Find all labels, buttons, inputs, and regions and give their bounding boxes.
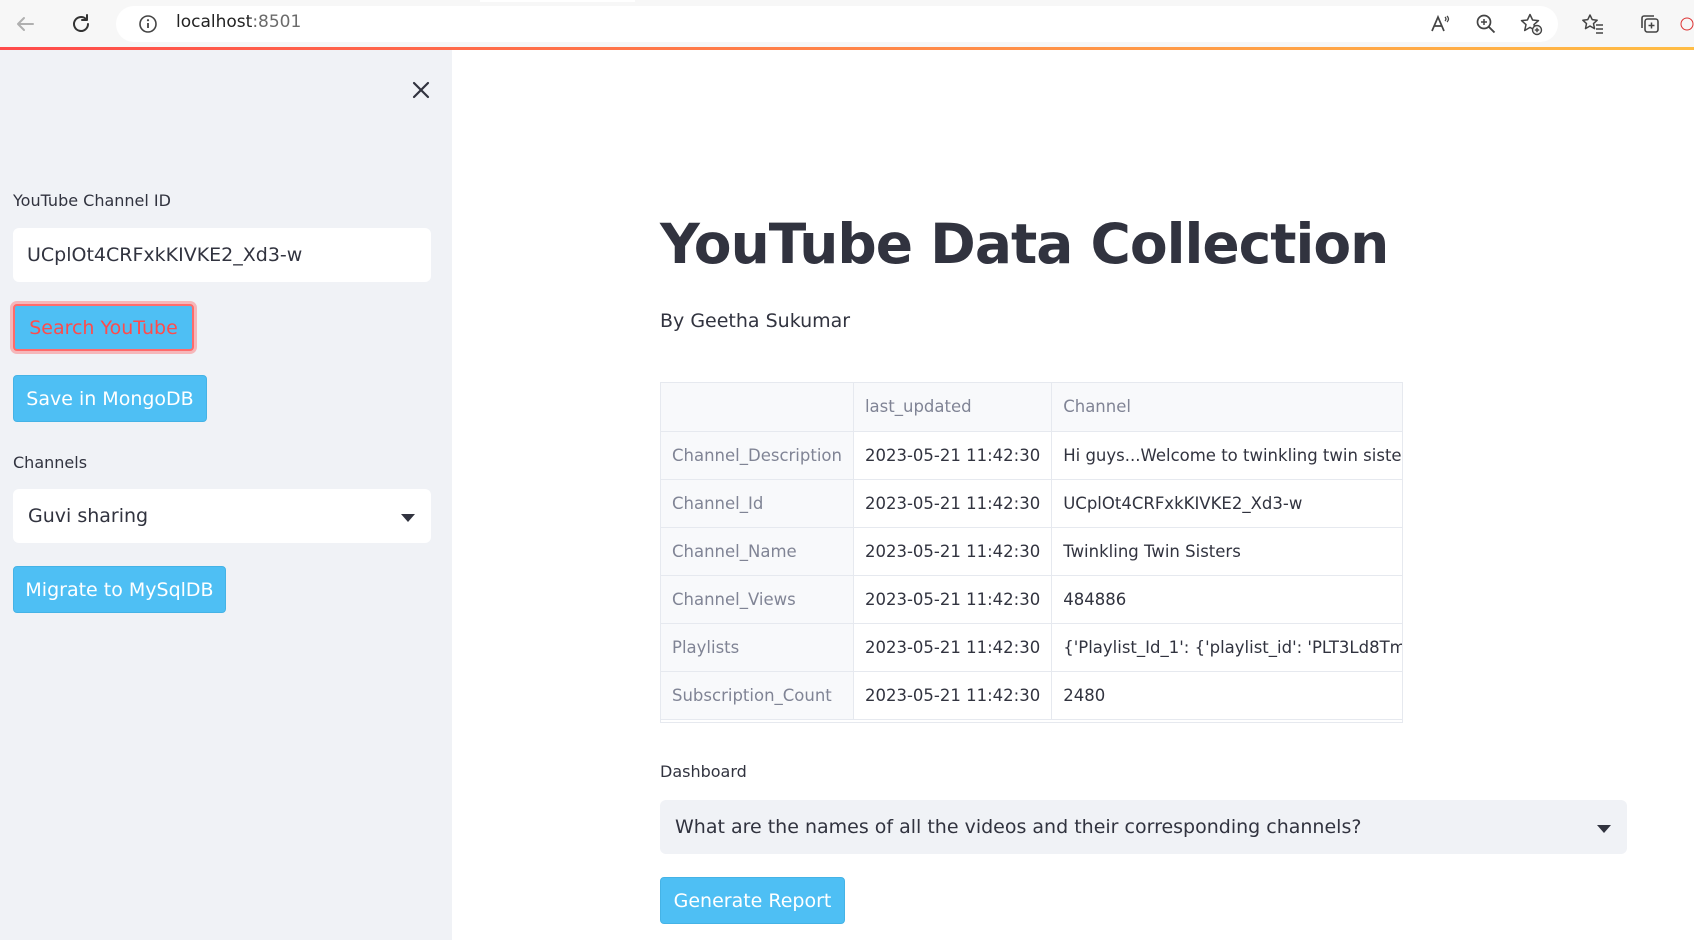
table-header-index [661, 383, 854, 432]
zoom-icon[interactable] [1473, 11, 1499, 37]
cell-channel[interactable]: 484886 [1051, 575, 1402, 624]
search-youtube-button[interactable]: Search YouTube [13, 304, 194, 351]
url-port: :8501 [252, 12, 302, 32]
cell-channel[interactable]: UCplOt4CRFxkKIVKE2_Xd3-w [1051, 479, 1402, 528]
channel-id-label: YouTube Channel ID [13, 191, 171, 210]
row-index: Channel_Description [661, 431, 854, 480]
refresh-icon[interactable] [66, 9, 96, 39]
channel-dataframe[interactable]: last_updated Channel Channel_Description… [660, 382, 1403, 723]
row-index: Channel_Name [661, 527, 854, 576]
cell-last-updated[interactable]: 2023-05-21 11:42:30 [853, 671, 1053, 720]
channels-selected-value: Guvi sharing [28, 505, 149, 527]
info-icon[interactable] [138, 14, 158, 34]
collections-icon[interactable] [1637, 11, 1663, 37]
page-title: YouTube Data Collection [660, 212, 1389, 276]
dashboard-label: Dashboard [660, 762, 747, 781]
read-aloud-icon[interactable] [1427, 11, 1453, 37]
chevron-down-icon [1597, 825, 1611, 833]
table-header-row: last_updated Channel [661, 383, 1402, 432]
url-host: localhost [176, 12, 253, 32]
row-index: Subscription_Count [661, 671, 854, 720]
cell-last-updated[interactable]: 2023-05-21 11:42:30 [853, 527, 1053, 576]
row-index: Playlists [661, 623, 854, 672]
channel-id-input[interactable]: UCplOt4CRFxkKIVKE2_Xd3-w [13, 228, 431, 282]
profile-icon[interactable] [1680, 11, 1694, 37]
row-index: Channel_Id [661, 479, 854, 528]
author-byline: By Geetha Sukumar [660, 310, 851, 332]
channels-select[interactable]: Guvi sharing [13, 489, 431, 543]
table-row: Channel_Name 2023-05-21 11:42:30 Twinkli… [661, 527, 1402, 576]
close-icon[interactable] [405, 74, 437, 106]
generate-report-button[interactable]: Generate Report [660, 877, 845, 924]
dashboard-selected-value: What are the names of all the videos and… [675, 816, 1362, 838]
cell-channel[interactable]: 2480 [1051, 671, 1402, 720]
cell-last-updated[interactable]: 2023-05-21 11:42:30 [853, 431, 1053, 480]
cell-channel[interactable]: {'Playlist_Id_1': {'playlist_id': 'PLT3L… [1051, 623, 1402, 672]
favorites-icon[interactable] [1580, 11, 1606, 37]
cell-last-updated[interactable]: 2023-05-21 11:42:30 [853, 575, 1053, 624]
cell-last-updated[interactable]: 2023-05-21 11:42:30 [853, 623, 1053, 672]
url-text[interactable]: localhost:8501 [176, 12, 301, 32]
active-tab-indicator [480, 0, 635, 2]
table-row: Channel_Description 2023-05-21 11:42:30 … [661, 431, 1402, 480]
cell-channel[interactable]: Hi guys...Welcome to twinkling twin sist… [1051, 431, 1402, 480]
add-favorite-icon[interactable] [1518, 11, 1544, 37]
row-index: Channel_Views [661, 575, 854, 624]
table-row: Playlists 2023-05-21 11:42:30 {'Playlist… [661, 623, 1402, 672]
table-row: Channel_Views 2023-05-21 11:42:30 484886 [661, 575, 1402, 624]
save-mongodb-button[interactable]: Save in MongoDB [13, 375, 207, 422]
table-row: Subscription_Count 2023-05-21 11:42:30 2… [661, 671, 1402, 720]
sidebar: YouTube Channel ID UCplOt4CRFxkKIVKE2_Xd… [0, 50, 452, 940]
channels-label: Channels [13, 453, 88, 472]
cell-last-updated[interactable]: 2023-05-21 11:42:30 [853, 479, 1053, 528]
migrate-mysql-button[interactable]: Migrate to MySqlDB [13, 566, 226, 613]
table-header-last-updated[interactable]: last_updated [853, 383, 1053, 432]
table-header-channel[interactable]: Channel [1051, 383, 1402, 432]
browser-toolbar: localhost:8501 [0, 0, 1694, 48]
back-arrow-icon[interactable] [10, 9, 40, 39]
dashboard-question-select[interactable]: What are the names of all the videos and… [660, 800, 1627, 854]
cell-channel[interactable]: Twinkling Twin Sisters [1051, 527, 1402, 576]
chevron-down-icon [401, 514, 415, 522]
table-row: Channel_Id 2023-05-21 11:42:30 UCplOt4CR… [661, 479, 1402, 528]
address-bar[interactable] [116, 6, 1558, 42]
